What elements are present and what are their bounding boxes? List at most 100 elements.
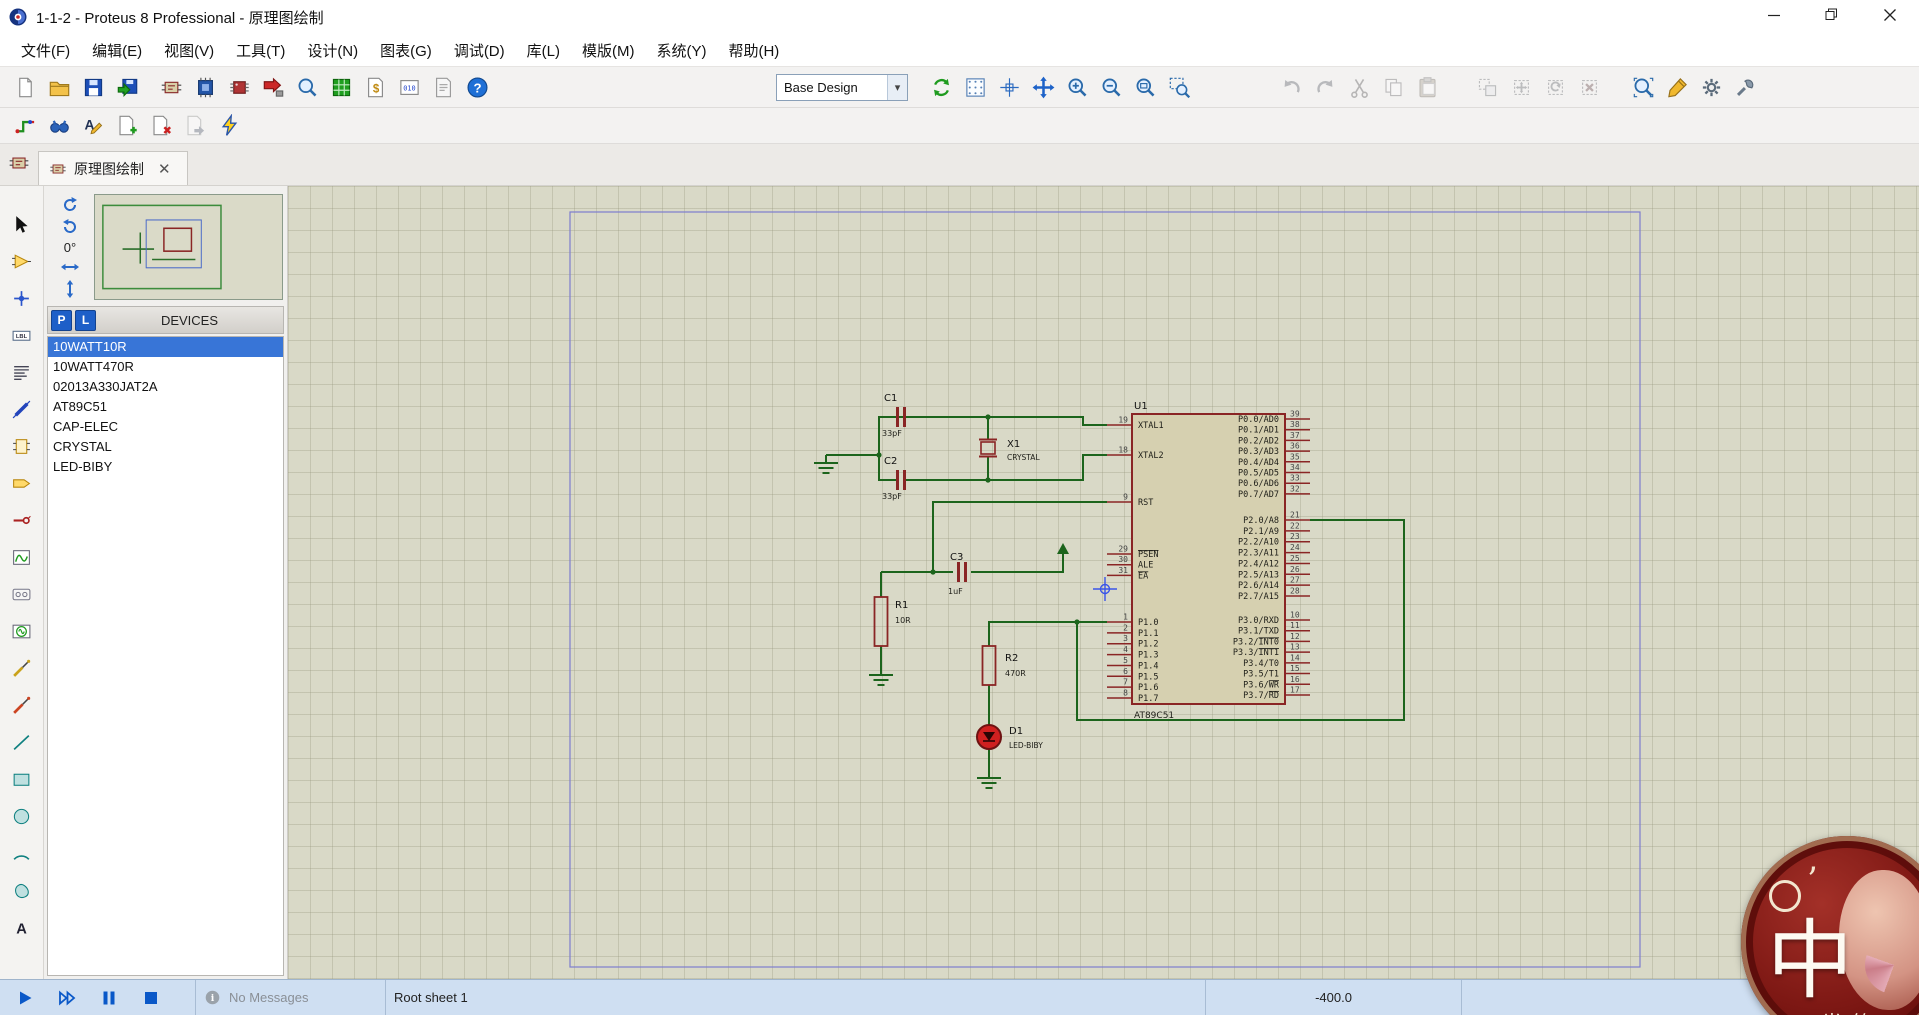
component-r1[interactable]	[875, 597, 888, 646]
rotate-clockwise-button[interactable]	[56, 194, 84, 216]
close-button[interactable]	[1861, 0, 1919, 34]
netlist-transfer-button[interactable]	[256, 71, 290, 103]
path-2d-button[interactable]	[6, 874, 38, 906]
menu-library[interactable]: 库(L)	[516, 35, 571, 66]
menu-tools[interactable]: 工具(T)	[225, 35, 296, 66]
power-terminal[interactable]	[1057, 543, 1069, 554]
tape-recorder-mode-button[interactable]	[6, 578, 38, 610]
ground-symbol[interactable]	[869, 667, 893, 685]
graph-mode-button[interactable]	[6, 541, 38, 573]
schematic-capture-button[interactable]	[154, 71, 188, 103]
menu-edit[interactable]: 编辑(E)	[81, 35, 153, 66]
menu-file[interactable]: 文件(F)	[10, 35, 81, 66]
wire[interactable]	[896, 417, 1107, 425]
zoom-out-button[interactable]	[1094, 71, 1128, 103]
refresh-display-button[interactable]	[924, 71, 958, 103]
device-list-item[interactable]: CRYSTAL	[48, 437, 283, 457]
menu-design[interactable]: 设计(N)	[296, 35, 369, 66]
pick-devices-button[interactable]: P	[51, 310, 72, 331]
stop-button[interactable]	[130, 984, 172, 1012]
rotate-anticlockwise-button[interactable]	[56, 216, 84, 238]
zoom-area-button[interactable]	[1162, 71, 1196, 103]
source-code-button[interactable]: 010	[392, 71, 426, 103]
component-u1[interactable]: 19XTAL118XTAL29RST29PSEN30ALE31EA1P1.02P…	[1107, 410, 1310, 705]
wire[interactable]	[879, 417, 896, 480]
menu-view[interactable]: 视图(V)	[153, 35, 225, 66]
arc-2d-button[interactable]	[6, 837, 38, 869]
subcircuit-mode-button[interactable]	[6, 430, 38, 462]
help-button[interactable]: ?	[460, 71, 494, 103]
zoom-extents-button[interactable]	[1128, 71, 1162, 103]
terminals-mode-button[interactable]	[6, 467, 38, 499]
origin-marker-button[interactable]	[992, 71, 1026, 103]
component-mode-button[interactable]	[6, 245, 38, 277]
remove-sheet-button[interactable]	[144, 110, 178, 142]
library-manager-button[interactable]: L	[75, 310, 96, 331]
chip-view-button[interactable]	[222, 71, 256, 103]
menu-help[interactable]: 帮助(H)	[717, 35, 790, 66]
device-list-item[interactable]: LED-BIBY	[48, 457, 283, 477]
mirror-horizontal-button[interactable]	[56, 256, 84, 278]
configure-system-button[interactable]	[1694, 71, 1728, 103]
ground-symbol[interactable]	[814, 455, 838, 473]
save-project-button[interactable]	[76, 71, 110, 103]
step-button[interactable]	[46, 984, 88, 1012]
buses-mode-button[interactable]	[6, 393, 38, 425]
new-document-button[interactable]	[8, 71, 42, 103]
wire[interactable]	[971, 554, 1063, 572]
edit-properties-button[interactable]	[1660, 71, 1694, 103]
generator-mode-button[interactable]	[6, 615, 38, 647]
box-2d-button[interactable]	[6, 763, 38, 795]
circle-2d-button[interactable]	[6, 800, 38, 832]
text-script-mode-button[interactable]	[6, 356, 38, 388]
report-generator-button[interactable]	[426, 71, 460, 103]
wire[interactable]	[989, 622, 1107, 646]
grid-toggle-button[interactable]	[958, 71, 992, 103]
menu-graph[interactable]: 图表(G)	[369, 35, 443, 66]
open-project-button[interactable]	[42, 71, 76, 103]
tab-schematic-capture[interactable]: 原理图绘制 ✕	[38, 151, 188, 185]
find-component-button[interactable]	[290, 71, 324, 103]
text-2d-button[interactable]: A	[6, 911, 38, 943]
overview-window[interactable]	[94, 194, 283, 300]
device-list-item[interactable]: 10WATT10R	[48, 337, 283, 357]
device-list-item[interactable]: CAP-ELEC	[48, 417, 283, 437]
wire-label-mode-button[interactable]: LBL	[6, 319, 38, 351]
new-sheet-button[interactable]	[110, 110, 144, 142]
junction-dot-mode-button[interactable]	[6, 282, 38, 314]
design-explorer-button[interactable]	[324, 71, 358, 103]
component-r2[interactable]	[983, 646, 996, 685]
component-x1[interactable]	[979, 440, 997, 457]
zoom-select-button[interactable]	[1626, 71, 1660, 103]
voltage-probe-mode-button[interactable]	[6, 652, 38, 684]
schematic-canvas[interactable]: 19XTAL118XTAL29RST29PSEN30ALE31EA1P1.02P…	[288, 186, 1919, 979]
menu-system[interactable]: 系统(Y)	[645, 35, 717, 66]
selection-pointer-button[interactable]	[6, 208, 38, 240]
tab-close-icon[interactable]: ✕	[158, 160, 171, 178]
electrical-rules-check-button[interactable]	[212, 110, 246, 142]
pcb-layout-button[interactable]	[188, 71, 222, 103]
menu-debug[interactable]: 调试(D)	[443, 35, 516, 66]
wire-autoroute-button[interactable]	[8, 110, 42, 142]
device-list-item[interactable]: 02013A330JAT2A	[48, 377, 283, 397]
device-list-item[interactable]: 10WATT470R	[48, 357, 283, 377]
zoom-in-button[interactable]	[1060, 71, 1094, 103]
design-selector[interactable]: Base Design ▾	[776, 74, 908, 101]
mirror-vertical-button[interactable]	[56, 278, 84, 300]
search-parts-button[interactable]	[42, 110, 76, 142]
pause-button[interactable]	[88, 984, 130, 1012]
ground-symbol[interactable]	[977, 770, 1001, 788]
pan-tool-button[interactable]	[1026, 71, 1060, 103]
play-button[interactable]	[4, 984, 46, 1012]
component-c2[interactable]	[898, 470, 905, 490]
bill-of-materials-button[interactable]: $	[358, 71, 392, 103]
property-assignment-button[interactable]: A	[76, 110, 110, 142]
system-settings-button[interactable]	[1728, 71, 1762, 103]
restore-button[interactable]	[1803, 0, 1861, 34]
menu-template[interactable]: 模版(M)	[571, 35, 646, 66]
device-list-item[interactable]: AT89C51	[48, 397, 283, 417]
component-d1[interactable]	[977, 725, 1001, 749]
import-project-button[interactable]	[110, 71, 144, 103]
component-c3[interactable]	[959, 562, 966, 582]
schematic-home-icon[interactable]	[8, 152, 34, 178]
